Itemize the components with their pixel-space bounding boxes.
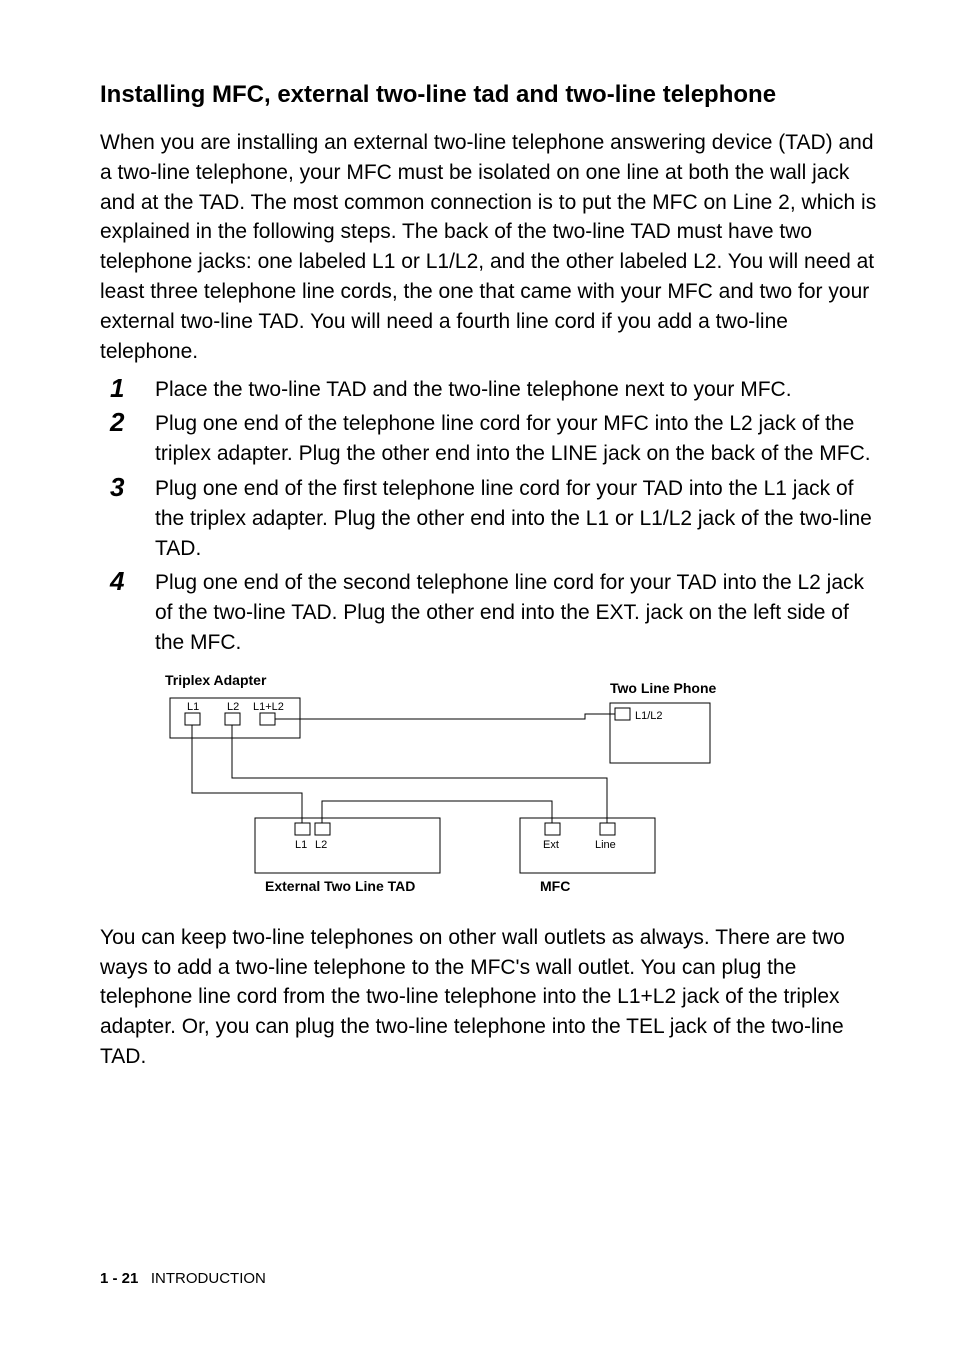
- step-number: 2: [100, 409, 155, 436]
- step-text: Plug one end of the first telephone line…: [155, 474, 879, 563]
- step-list: 1 Place the two-line TAD and the two-lin…: [100, 375, 879, 658]
- two-line-phone-box: L1/L2: [610, 703, 710, 763]
- connection-wires: [192, 714, 610, 818]
- outro-paragraph: You can keep two-line telephones on othe…: [100, 923, 879, 1072]
- diagram-label-mfc: MFC: [540, 878, 570, 894]
- triplex-adapter-box: L1 L2 L1+L2: [170, 698, 300, 738]
- svg-text:L2: L2: [227, 701, 239, 713]
- svg-text:Ext: Ext: [543, 839, 559, 851]
- svg-text:L2: L2: [315, 839, 327, 851]
- step-number: 3: [100, 474, 155, 501]
- diagram-label-twolinephone: Two Line Phone: [610, 680, 717, 696]
- intro-paragraph: When you are installing an external two-…: [100, 128, 879, 367]
- svg-text:Line: Line: [595, 839, 616, 851]
- step-text: Plug one end of the telephone line cord …: [155, 409, 879, 469]
- page-footer: 1 - 21 INTRODUCTION: [100, 1270, 266, 1287]
- diagram-label-tad: External Two Line TAD: [265, 878, 415, 894]
- step-text: Plug one end of the second telephone lin…: [155, 568, 879, 657]
- step-number: 1: [100, 375, 155, 402]
- list-item: 1 Place the two-line TAD and the two-lin…: [100, 375, 879, 405]
- diagram-label-triplex: Triplex Adapter: [165, 673, 267, 688]
- list-item: 2 Plug one end of the telephone line cor…: [100, 409, 879, 469]
- wiring-diagram: Triplex Adapter Two Line Phone External …: [165, 673, 879, 903]
- footer-page-number: 1 - 21: [100, 1270, 138, 1287]
- list-item: 4 Plug one end of the second telephone l…: [100, 568, 879, 657]
- mfc-box: Ext Line: [520, 818, 655, 873]
- step-text: Place the two-line TAD and the two-line …: [155, 375, 879, 405]
- svg-text:L1: L1: [295, 839, 307, 851]
- svg-text:L1/L2: L1/L2: [635, 710, 663, 722]
- section-heading: Installing MFC, external two-line tad an…: [100, 80, 879, 110]
- svg-text:L1: L1: [187, 701, 199, 713]
- list-item: 3 Plug one end of the first telephone li…: [100, 474, 879, 563]
- step-number: 4: [100, 568, 155, 595]
- footer-section-name: INTRODUCTION: [151, 1270, 266, 1287]
- external-tad-box: L1 L2: [255, 818, 440, 873]
- svg-text:L1+L2: L1+L2: [253, 701, 284, 713]
